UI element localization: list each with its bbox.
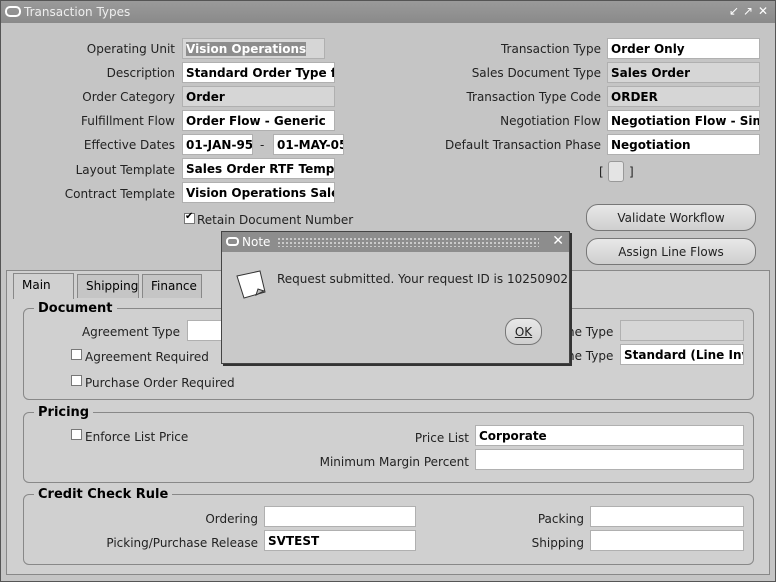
validate-workflow-button[interactable]: Validate Workflow [586,204,756,231]
note-icon [236,270,266,299]
descriptive-flexfield[interactable] [608,161,624,182]
contract-template-field[interactable]: Vision Operations Sales [182,182,335,203]
shipping-field[interactable] [590,530,744,551]
default-phase-field[interactable]: Negotiation [607,134,760,155]
descriptive-flex-bracket-left: [ [599,165,604,179]
agreement-required-checkbox[interactable] [71,349,82,360]
price-list-field[interactable]: Corporate [475,425,744,446]
po-required-label: Purchase Order Required [85,376,235,390]
enforce-list-price-label: Enforce List Price [85,430,189,444]
line-type-field-1[interactable] [620,320,744,341]
price-list-label: Price List [414,431,469,445]
tab-shipping[interactable]: Shipping [77,274,139,298]
window-title: Transaction Types [24,5,131,19]
default-phase-label: Default Transaction Phase [445,138,601,152]
sales-doc-type-field[interactable]: Sales Order [607,62,760,83]
close-icon[interactable]: ✕ [758,4,768,18]
ok-button[interactable]: OK [505,318,542,345]
agreement-type-label: Agreement Type [81,325,180,339]
document-group-title: Document [34,301,117,316]
line-type-label-1: ne Type [567,325,614,339]
agreement-required-label: Agreement Required [85,350,209,364]
transaction-type-label: Transaction Type [500,42,601,56]
dialog-message: Request submitted. Your request ID is 10… [277,272,569,286]
negotiation-flow-field[interactable]: Negotiation Flow - Simp [607,110,760,131]
tab-main[interactable]: Main [13,273,74,299]
line-type-field-2[interactable]: Standard (Line Inve [620,344,744,365]
transaction-type-field[interactable]: Order Only [607,38,760,59]
layout-template-label: Layout Template [75,163,175,177]
min-margin-label: Minimum Margin Percent [319,455,469,469]
maximize-icon[interactable]: ↗ [743,4,753,18]
negotiation-flow-label: Negotiation Flow [500,114,601,128]
fulfillment-flow-field[interactable]: Order Flow - Generic [182,110,335,131]
window-titlebar: Transaction Types ↙ ↗ ✕ [1,1,775,23]
description-field[interactable]: Standard Order Type fo [182,62,335,83]
retain-doc-checkbox[interactable] [184,211,195,224]
credit-check-group-title: Credit Check Rule [34,487,173,502]
po-required-checkbox[interactable] [71,375,82,386]
tab-finance[interactable]: Finance [142,274,202,298]
description-label: Description [106,66,175,80]
oracle-window-icon [5,6,21,17]
effective-from-field[interactable]: 01-JAN-95 [182,134,253,155]
shipping-label: Shipping [531,536,584,550]
effective-to-field[interactable]: 01-MAY-05 [273,134,344,155]
dialog-titlebar: Note ✕ [222,232,569,252]
transaction-type-code-field[interactable]: ORDER [607,86,760,107]
enforce-list-price-checkbox[interactable] [71,429,82,440]
dates-separator: - [260,138,265,152]
dialog-title: Note [242,235,271,249]
assign-line-flows-button[interactable]: Assign Line Flows [586,238,756,265]
order-category-field[interactable]: Order [182,86,335,107]
transaction-type-code-label: Transaction Type Code [466,90,601,104]
titlebar-texture [277,237,539,247]
transaction-types-window: Transaction Types ↙ ↗ ✕ Operating Unit V… [0,0,776,582]
operating-unit-value: Vision Operations [186,42,307,56]
order-category-label: Order Category [82,90,175,104]
ordering-label: Ordering [205,512,258,526]
retain-doc-label: Retain Document Number [197,213,354,227]
operating-unit-field[interactable]: Vision Operations [182,38,325,59]
minimize-icon[interactable]: ↙ [729,4,739,18]
line-type-label-2: ne Type [567,349,614,363]
operating-unit-label: Operating Unit [86,42,175,56]
pricing-group-title: Pricing [34,405,94,420]
oracle-dialog-icon [226,237,239,246]
dialog-close-icon[interactable]: ✕ [552,233,564,249]
min-margin-field[interactable] [475,449,744,470]
note-dialog: Note ✕ Request submitted. Your request I… [221,231,570,364]
ordering-field[interactable] [264,506,416,527]
picking-release-field[interactable]: SVTEST [264,530,416,551]
pricing-group [23,412,754,483]
sales-doc-type-label: Sales Document Type [471,66,601,80]
packing-field[interactable] [590,506,744,527]
fulfillment-flow-label: Fulfillment Flow [80,114,175,128]
picking-release-label: Picking/Purchase Release [106,536,258,550]
layout-template-field[interactable]: Sales Order RTF Templ [182,158,335,179]
contract-template-label: Contract Template [64,187,175,201]
effective-dates-label: Effective Dates [83,138,175,152]
descriptive-flex-bracket-right: ] [629,165,634,179]
packing-label: Packing [537,512,584,526]
